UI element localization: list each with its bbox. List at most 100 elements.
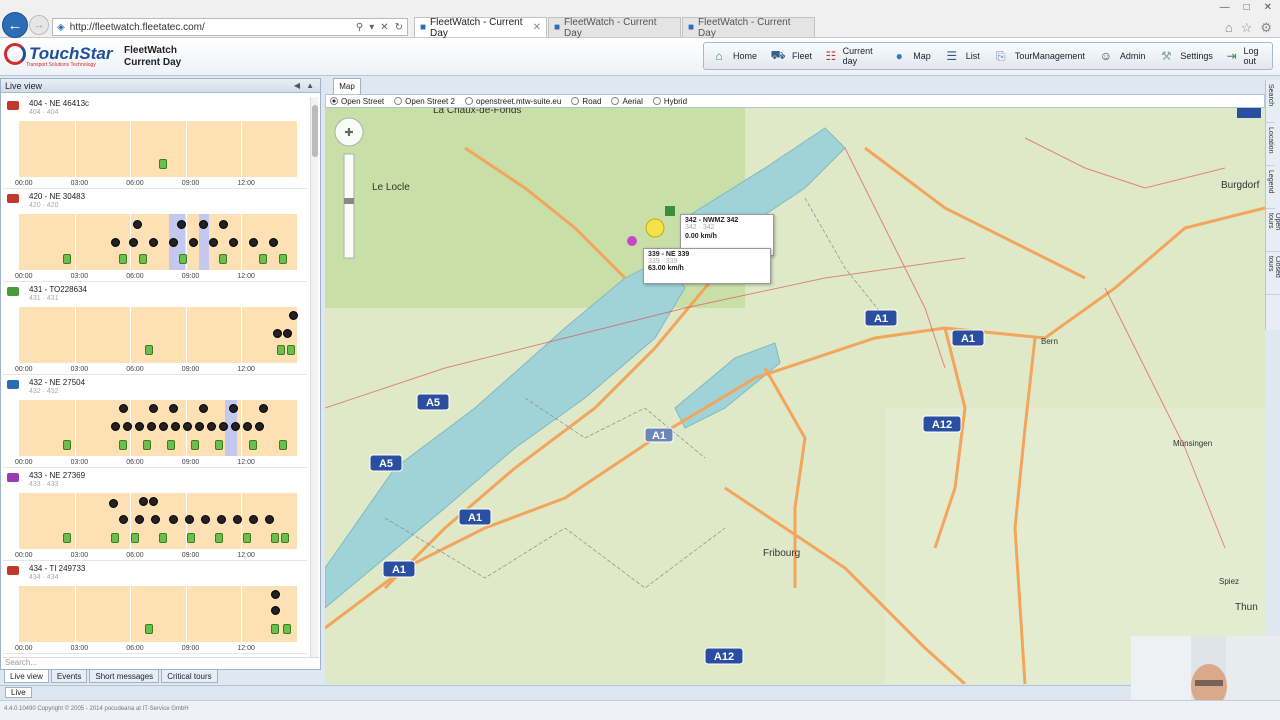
map-zoom-slider[interactable] <box>343 153 355 259</box>
close-icon[interactable]: ✕ <box>380 22 388 33</box>
driving-event-icon[interactable] <box>219 254 227 264</box>
dropdown-icon[interactable]: ▾ <box>369 22 374 33</box>
driving-event-icon[interactable] <box>63 254 71 264</box>
home-icon[interactable]: ⌂ <box>1225 20 1233 36</box>
toolbar-home-button[interactable]: ⌂ Home <box>704 43 763 69</box>
tab-short-messages[interactable]: Short messages <box>89 669 160 683</box>
address-bar[interactable]: ◈ http://fleetwatch.fleetatec.com/ ⚲ ▾ ✕ ↻ <box>52 18 408 36</box>
radio-button[interactable] <box>464 97 473 105</box>
layer-option[interactable]: openstreet.mtw-suite.eu <box>464 97 561 106</box>
driving-event-icon[interactable] <box>271 533 279 543</box>
radio-button[interactable] <box>611 97 620 105</box>
toolbar-admin-button[interactable]: ☺ Admin <box>1091 43 1152 69</box>
browser-tab-2[interactable]: ■ FleetWatch - Current Day <box>548 17 681 39</box>
refresh-icon[interactable]: ↻ <box>395 22 403 33</box>
stop-event-icon[interactable] <box>229 404 238 413</box>
stop-event-icon[interactable] <box>109 499 118 508</box>
stop-event-icon[interactable] <box>119 404 128 413</box>
stop-event-icon[interactable] <box>135 515 144 524</box>
search-input[interactable]: Search... <box>3 657 319 669</box>
stop-event-icon[interactable] <box>135 422 144 431</box>
stop-event-icon[interactable] <box>249 238 258 247</box>
driving-event-icon[interactable] <box>159 159 167 169</box>
driving-event-icon[interactable] <box>259 254 267 264</box>
browser-tab-1[interactable]: ■ FleetWatch - Current Day ✕ <box>414 17 547 39</box>
stop-event-icon[interactable] <box>269 238 278 247</box>
driving-event-icon[interactable] <box>119 440 127 450</box>
stop-event-icon[interactable] <box>183 422 192 431</box>
stop-event-icon[interactable] <box>129 238 138 247</box>
stop-event-icon[interactable] <box>231 422 240 431</box>
stop-event-icon[interactable] <box>255 422 264 431</box>
stop-event-icon[interactable] <box>185 515 194 524</box>
stop-event-icon[interactable] <box>209 238 218 247</box>
vehicle-row[interactable]: 434 - TI 249733 434 · 434 00:00 03:00 06:00 0… <box>3 562 307 654</box>
stop-event-icon[interactable] <box>189 238 198 247</box>
stop-event-icon[interactable] <box>219 422 228 431</box>
stop-event-icon[interactable] <box>207 422 216 431</box>
tab-critical-tours[interactable]: Critical tours <box>161 669 218 683</box>
toolbar-fleet-button[interactable]: ⛟ Fleet <box>763 43 818 69</box>
forward-button[interactable]: → <box>29 15 49 35</box>
vehicle-list[interactable]: 404 - NE 46413c 404 · 404 00:00 03:00 06:00 0… <box>3 97 307 657</box>
radio-button[interactable] <box>330 97 338 105</box>
radio-button[interactable] <box>394 97 403 105</box>
radio-button[interactable] <box>571 97 580 105</box>
stop-event-icon[interactable] <box>217 515 226 524</box>
toolbar-current-day-button[interactable]: ☷ Current day <box>818 43 884 69</box>
stop-event-icon[interactable] <box>271 590 280 599</box>
search-icon[interactable]: ⚲ <box>356 22 363 33</box>
driving-event-icon[interactable] <box>215 440 223 450</box>
driving-event-icon[interactable] <box>287 345 295 355</box>
collapse-icon[interactable]: ◀ <box>294 81 300 90</box>
timeline-band[interactable] <box>19 586 297 642</box>
stop-event-icon[interactable] <box>111 422 120 431</box>
live-button[interactable]: Live <box>5 687 32 698</box>
driving-event-icon[interactable] <box>271 624 279 634</box>
stop-event-icon[interactable] <box>171 422 180 431</box>
scrollbar-thumb[interactable] <box>312 105 318 157</box>
stop-event-icon[interactable] <box>139 497 148 506</box>
stop-event-icon[interactable] <box>195 422 204 431</box>
tab-close-icon[interactable]: ✕ <box>533 22 541 33</box>
driving-event-icon[interactable] <box>187 533 195 543</box>
stop-event-icon[interactable] <box>159 422 168 431</box>
driving-event-icon[interactable] <box>281 533 289 543</box>
stop-event-icon[interactable] <box>177 220 186 229</box>
stop-event-icon[interactable] <box>283 329 292 338</box>
window-close-icon[interactable]: ✕ <box>1264 2 1272 13</box>
stop-event-icon[interactable] <box>149 238 158 247</box>
map-svg[interactable]: A1 A1 A5 A5 A1 A1 A12 A12 A1 La Chaux-de… <box>325 108 1265 684</box>
stop-event-icon[interactable] <box>133 220 142 229</box>
layer-option[interactable]: Road <box>571 97 601 106</box>
star-icon[interactable]: ☆ <box>1241 20 1253 36</box>
vehicle-row[interactable]: 431 - TO228634 431 · 431 00:00 03:00 06:00 09… <box>3 283 307 375</box>
driving-event-icon[interactable] <box>63 533 71 543</box>
stop-event-icon[interactable] <box>119 515 128 524</box>
vehicle-marker[interactable] <box>665 206 675 216</box>
driving-event-icon[interactable] <box>243 533 251 543</box>
back-button[interactable]: ← <box>2 12 28 38</box>
stop-event-icon[interactable] <box>169 515 178 524</box>
driving-event-icon[interactable] <box>139 254 147 264</box>
tab-live-view[interactable]: Live view <box>4 669 49 683</box>
vehicle-row[interactable]: 420 - NE 30483 420 · 420 00:00 03:00 06:00 09… <box>3 190 307 282</box>
driving-event-icon[interactable] <box>277 345 285 355</box>
stop-event-icon[interactable] <box>259 404 268 413</box>
stop-event-icon[interactable] <box>249 515 258 524</box>
stop-event-icon[interactable] <box>265 515 274 524</box>
driving-event-icon[interactable] <box>167 440 175 450</box>
stop-event-icon[interactable] <box>123 422 132 431</box>
driving-event-icon[interactable] <box>279 254 287 264</box>
vehicle-marker[interactable] <box>627 236 637 246</box>
minimize-icon[interactable]: — <box>1220 2 1230 13</box>
timeline-band[interactable] <box>19 400 297 456</box>
timeline-band[interactable] <box>19 214 297 270</box>
stop-event-icon[interactable] <box>219 220 228 229</box>
layer-option[interactable]: Aerial <box>611 97 643 106</box>
layer-option[interactable]: Open Street 2 <box>394 97 455 106</box>
stop-event-icon[interactable] <box>169 404 178 413</box>
maximize-icon[interactable]: □ <box>1244 2 1250 13</box>
driving-event-icon[interactable] <box>111 533 119 543</box>
vehicle-row[interactable]: 432 - NE 27504 432 · 432 00:00 03:00 06:00 09… <box>3 376 307 468</box>
